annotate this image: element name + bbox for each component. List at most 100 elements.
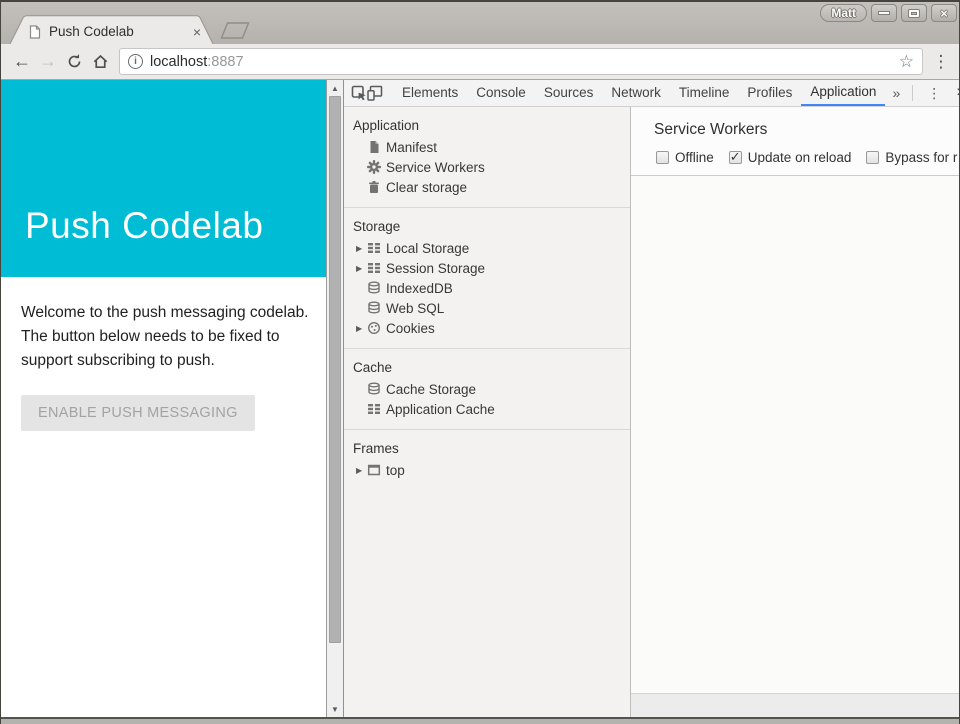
service-workers-header: Service Workers Offline Update on reload bbox=[631, 107, 959, 176]
intro-text: Welcome to the push messaging codelab. T… bbox=[21, 301, 321, 373]
reload-icon bbox=[66, 53, 83, 70]
sidebar-item-label: Clear storage bbox=[386, 180, 467, 195]
section-title: Cache bbox=[344, 359, 630, 379]
frame-icon bbox=[367, 463, 381, 477]
sidebar-item-application-cache[interactable]: Application Cache bbox=[344, 399, 630, 419]
browser-tab[interactable]: Push Codelab × bbox=[9, 15, 214, 44]
minimize-icon bbox=[879, 12, 889, 14]
scroll-up-icon[interactable]: ▲ bbox=[327, 80, 343, 96]
sidebar-item-top-frame[interactable]: ▶ top bbox=[344, 460, 630, 480]
url-host: localhost bbox=[150, 54, 207, 70]
sidebar-section-application: Application Manifest bbox=[344, 107, 630, 208]
inspect-cursor-icon bbox=[351, 85, 367, 101]
sidebar-item-session-storage[interactable]: ▶ Session Storage bbox=[344, 258, 630, 278]
page-body: Welcome to the push messaging codelab. T… bbox=[1, 277, 326, 717]
service-workers-list-area bbox=[631, 176, 959, 693]
devtools-tab-profiles[interactable]: Profiles bbox=[738, 80, 801, 106]
page-title: Push Codelab bbox=[1, 205, 263, 277]
checkbox-label: Update on reload bbox=[748, 150, 852, 165]
sidebar-item-web-sql[interactable]: Web SQL bbox=[344, 298, 630, 318]
enable-push-button[interactable]: ENABLE PUSH MESSAGING bbox=[21, 395, 255, 431]
section-title: Frames bbox=[344, 440, 630, 460]
home-icon bbox=[92, 53, 109, 70]
toolbar-divider bbox=[912, 85, 913, 101]
browser-window: Push Codelab × Matt × ← → bbox=[0, 0, 960, 724]
scroll-down-icon[interactable]: ▼ bbox=[327, 701, 343, 717]
table-icon bbox=[367, 261, 381, 275]
sidebar-item-local-storage[interactable]: ▶ Local Storage bbox=[344, 238, 630, 258]
device-toolbar-icon bbox=[367, 85, 383, 101]
window-titlebar: Push Codelab × Matt × bbox=[1, 2, 959, 44]
service-worker-options: Offline Update on reload Bypass for r bbox=[656, 150, 959, 165]
database-icon bbox=[367, 281, 381, 295]
address-bar[interactable]: i localhost :8887 ☆ bbox=[119, 48, 923, 75]
sidebar-item-label: Cookies bbox=[386, 321, 435, 336]
page-info-icon[interactable]: i bbox=[128, 54, 143, 69]
checkbox-icon[interactable] bbox=[866, 151, 879, 164]
page-favicon-icon bbox=[29, 25, 41, 39]
browser-menu-icon[interactable]: ⋮ bbox=[931, 52, 951, 72]
scrollbar-thumb[interactable] bbox=[329, 96, 341, 643]
sidebar-item-label: Service Workers bbox=[386, 160, 485, 175]
page-viewport: Push Codelab Welcome to the push messagi… bbox=[1, 80, 326, 717]
devtools-close-icon[interactable]: × bbox=[950, 84, 960, 102]
url-port: :8887 bbox=[207, 54, 243, 70]
window-close-button[interactable]: × bbox=[931, 4, 957, 22]
sidebar-item-label: Web SQL bbox=[386, 301, 444, 316]
expander-icon[interactable]: ▶ bbox=[356, 264, 367, 273]
database-icon bbox=[367, 301, 381, 315]
tab-close-icon[interactable]: × bbox=[190, 25, 204, 39]
reload-button[interactable] bbox=[61, 49, 87, 75]
bypass-for-network-checkbox[interactable]: Bypass for r bbox=[866, 150, 957, 165]
table-icon bbox=[367, 241, 381, 255]
cookie-icon bbox=[367, 321, 381, 335]
devtools-tab-application[interactable]: Application bbox=[801, 80, 885, 106]
table-icon bbox=[367, 402, 381, 416]
forward-button[interactable]: → bbox=[35, 49, 61, 75]
page-scrollbar[interactable]: ▲ ▼ bbox=[326, 80, 343, 717]
devtools-tab-timeline[interactable]: Timeline bbox=[670, 80, 739, 106]
back-button[interactable]: ← bbox=[9, 49, 35, 75]
devtools-tab-console[interactable]: Console bbox=[467, 80, 535, 106]
device-toolbar-button[interactable] bbox=[367, 84, 383, 102]
sidebar-item-label: Application Cache bbox=[386, 402, 495, 417]
sidebar-item-label: Cache Storage bbox=[386, 382, 476, 397]
devtools-tab-elements[interactable]: Elements bbox=[393, 80, 467, 106]
session-user-badge[interactable]: Matt bbox=[820, 4, 867, 22]
checkbox-icon[interactable] bbox=[729, 151, 742, 164]
devtools-toolbar: Elements Console Sources Network Timelin… bbox=[344, 80, 959, 107]
sidebar-section-storage: Storage ▶ Local Storage ▶ bbox=[344, 208, 630, 349]
sidebar-item-cookies[interactable]: ▶ Cookies bbox=[344, 318, 630, 338]
devtools-body: Application Manifest bbox=[344, 107, 959, 717]
expander-icon[interactable]: ▶ bbox=[356, 324, 367, 333]
inspect-element-button[interactable] bbox=[351, 84, 367, 102]
offline-checkbox[interactable]: Offline bbox=[656, 150, 714, 165]
expander-icon[interactable]: ▶ bbox=[356, 466, 367, 475]
browser-toolbar: ← → i localhost :8887 ☆ ⋮ bbox=[1, 44, 959, 80]
home-button[interactable] bbox=[87, 49, 113, 75]
sidebar-item-cache-storage[interactable]: Cache Storage bbox=[344, 379, 630, 399]
checkbox-label: Offline bbox=[675, 150, 714, 165]
sidebar-section-frames: Frames ▶ top bbox=[344, 430, 630, 490]
devtools-tab-network[interactable]: Network bbox=[602, 80, 670, 106]
expander-icon[interactable]: ▶ bbox=[356, 244, 367, 253]
more-tabs-icon[interactable]: » bbox=[885, 85, 907, 101]
new-tab-button[interactable] bbox=[217, 22, 253, 39]
checkbox-icon[interactable] bbox=[656, 151, 669, 164]
sidebar-item-indexeddb[interactable]: IndexedDB bbox=[344, 278, 630, 298]
tab-title: Push Codelab bbox=[49, 24, 190, 39]
bookmark-star-icon[interactable]: ☆ bbox=[899, 52, 914, 72]
sidebar-item-service-workers[interactable]: Service Workers bbox=[344, 157, 630, 177]
sidebar-item-clear-storage[interactable]: Clear storage bbox=[344, 177, 630, 197]
devtools-menu-icon[interactable]: ⋮ bbox=[918, 85, 950, 102]
content-area: Push Codelab Welcome to the push messagi… bbox=[1, 80, 959, 717]
sidebar-item-label: IndexedDB bbox=[386, 281, 453, 296]
update-on-reload-checkbox[interactable]: Update on reload bbox=[729, 150, 852, 165]
section-title: Storage bbox=[344, 218, 630, 238]
gear-icon bbox=[367, 160, 381, 174]
sidebar-item-manifest[interactable]: Manifest bbox=[344, 137, 630, 157]
devtools-tab-sources[interactable]: Sources bbox=[535, 80, 603, 106]
window-minimize-button[interactable] bbox=[871, 4, 897, 22]
window-maximize-button[interactable] bbox=[901, 4, 927, 22]
section-title: Application bbox=[344, 117, 630, 137]
